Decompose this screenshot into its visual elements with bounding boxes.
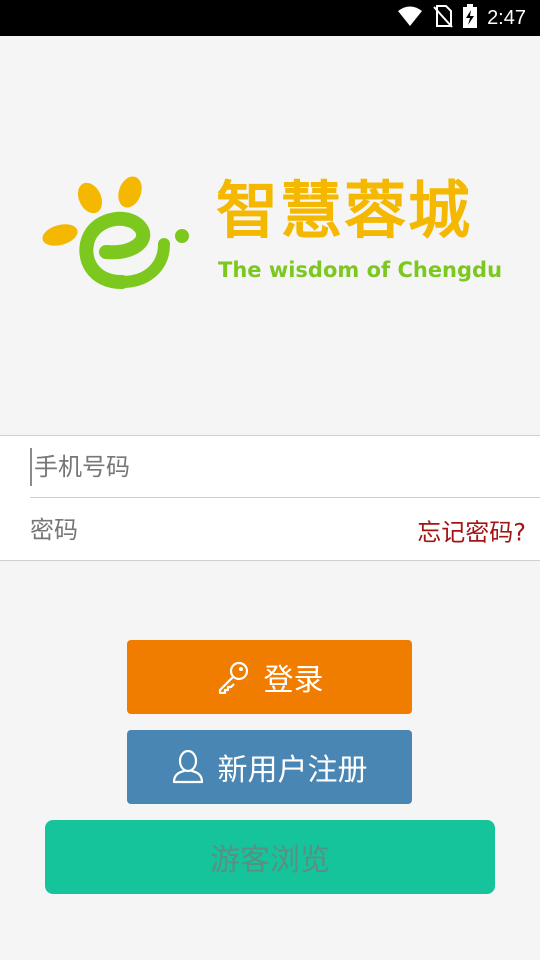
password-input[interactable] bbox=[30, 499, 370, 561]
user-icon bbox=[172, 750, 204, 784]
battery-charging-icon bbox=[463, 4, 478, 32]
register-button[interactable]: 新用户注册 bbox=[127, 730, 412, 804]
register-button-label: 新用户注册 bbox=[217, 753, 368, 788]
phone-input[interactable] bbox=[30, 447, 540, 486]
forgot-password-link[interactable]: 忘记密码? bbox=[417, 513, 526, 548]
login-form: 忘记密码? bbox=[0, 435, 540, 561]
wifi-icon bbox=[397, 5, 423, 31]
password-row: 忘记密码? bbox=[30, 499, 540, 561]
phone-row bbox=[30, 436, 540, 498]
sun-e-logo-icon bbox=[42, 176, 189, 289]
guest-button-label: 游客浏览 bbox=[210, 843, 330, 878]
guest-browse-button[interactable]: 游客浏览 bbox=[45, 820, 495, 894]
status-bar: 2:47 bbox=[0, 0, 540, 36]
logo-title-cn: 智慧蓉城 bbox=[216, 174, 473, 247]
no-sim-icon bbox=[433, 4, 453, 32]
login-button[interactable]: 登录 bbox=[127, 640, 412, 714]
key-icon bbox=[216, 660, 250, 694]
logo-subtitle-en: The wisdom of Chengdu bbox=[218, 258, 503, 282]
status-time: 2:47 bbox=[487, 6, 526, 29]
login-button-label: 登录 bbox=[263, 663, 324, 698]
app-logo: 智慧蓉城 The wisdom of Chengdu bbox=[40, 170, 503, 300]
